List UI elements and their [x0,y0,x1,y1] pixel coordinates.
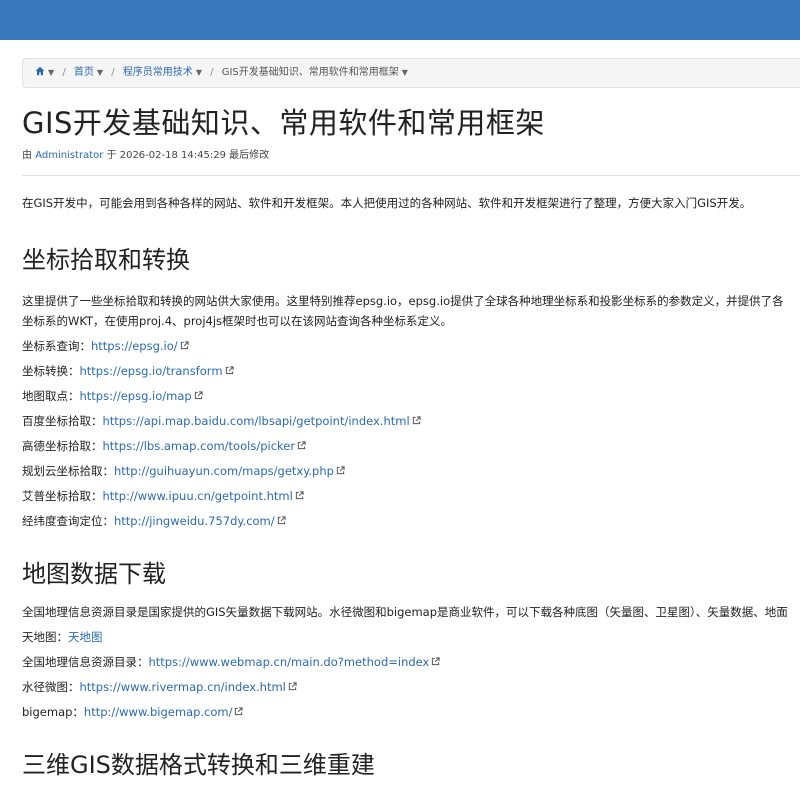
external-link-icon [297,441,306,450]
list-item: 全国地理信息资源目录：https://www.webmap.cn/main.do… [22,650,800,675]
link-label: 坐标转换： [22,364,80,378]
external-link-icon [336,466,345,475]
external-link-icon [225,366,234,375]
external-link[interactable]: http://jingweidu.757dy.com/ [114,514,275,528]
breadcrumb-separator: / [210,67,214,78]
breadcrumb-home[interactable]: ▼ [35,66,57,78]
list-item: bigemap：http://www.bigemap.com/ [22,700,800,725]
home-icon [35,66,45,76]
external-link-icon [235,707,244,716]
external-link-icon [288,682,297,691]
external-link[interactable]: http://www.bigemap.com/ [84,705,233,719]
link-list: 天地图：天地图 全国地理信息资源目录：https://www.webmap.cn… [22,625,800,725]
list-item: 艾普坐标拾取：http://www.ipuu.cn/getpoint.html [22,484,800,509]
list-item: 规划云坐标拾取：http://guihuayun.com/maps/getxy.… [22,459,800,484]
external-link[interactable]: https://epsg.io/ [91,339,178,353]
breadcrumb-separator: / [62,67,66,78]
link-label: 坐标系查询： [22,339,91,353]
article-content: 在GIS开发中，可能会用到各种各样的网站、软件和开发框架。本人把使用过的各种网站… [22,190,800,778]
link-label: 艾普坐标拾取： [22,489,103,503]
chevron-down-icon[interactable]: ▼ [48,68,54,77]
breadcrumb-item-current: GIS开发基础知识、常用软件和常用框架 [221,67,399,78]
section-paragraph: 全国地理信息资源目录是国家提供的GIS矢量数据下载网站。水径微图和bigemap… [22,605,788,619]
list-item: 经纬度查询定位：http://jingweidu.757dy.com/ [22,509,800,534]
chevron-down-icon[interactable]: ▼ [97,68,103,77]
intro-paragraph: 在GIS开发中，可能会用到各种各样的网站、软件和开发框架。本人把使用过的各种网站… [22,196,752,210]
link-list: 坐标系查询：https://epsg.io/ 坐标转换：https://epsg… [22,334,800,534]
link-label: bigemap： [22,705,84,719]
external-link-icon [432,657,440,666]
section-heading: 坐标拾取和转换 [22,246,190,274]
external-link[interactable]: https://api.map.baidu.com/lbsapi/getpoin… [103,414,410,428]
section-paragraph: 坐标系的WKT，在使用proj.4、proj4js框架时也可以在该网站查询各种坐… [22,314,453,328]
link-label: 天地图： [22,630,68,644]
link-label: 全国地理信息资源目录： [22,655,149,669]
list-item: 高德坐标拾取：https://lbs.amap.com/tools/picker [22,434,800,459]
top-navbar [0,0,800,40]
breadcrumb: ▼ / 首页 ▼ / 程序员常用技术 ▼ / GIS开发基础知识、常用软件和常用框架… [22,58,800,88]
chevron-down-icon[interactable]: ▼ [402,68,408,77]
external-link[interactable]: https://epsg.io/map [80,389,192,403]
external-link-icon [295,491,304,500]
list-item: 天地图：天地图 [22,625,800,650]
list-item: 地图取点：https://epsg.io/map [22,384,800,409]
external-link-icon [277,516,286,525]
author-link[interactable]: Administrator [35,150,103,161]
link-label: 地图取点： [22,389,80,403]
page-title: GIS开发基础知识、常用软件和常用框架 [22,106,545,140]
byline-suffix: 于 2026-02-18 14:45:29 最后修改 [106,150,270,161]
divider [22,175,800,176]
breadcrumb-item-category[interactable]: 程序员常用技术 [123,67,193,78]
list-item: 坐标系查询：https://epsg.io/ [22,334,800,359]
external-link[interactable]: http://guihuayun.com/maps/getxy.php [114,464,334,478]
external-link[interactable]: https://www.rivermap.cn/index.html [80,680,286,694]
link-label: 规划云坐标拾取： [22,464,114,478]
external-link-icon [180,341,189,350]
list-item: 水径微图：https://www.rivermap.cn/index.html [22,675,800,700]
internal-link[interactable]: 天地图 [68,630,103,644]
breadcrumb-item-home[interactable]: 首页 [74,67,94,78]
section-paragraph: 这里提供了一些坐标拾取和转换的网站供大家使用。这里特别推荐epsg.io，eps… [22,294,784,308]
link-label: 高德坐标拾取： [22,439,103,453]
external-link[interactable]: https://www.webmap.cn/main.do?method=ind… [149,655,430,669]
external-link-icon [194,391,203,400]
external-link[interactable]: https://lbs.amap.com/tools/picker [103,439,296,453]
link-label: 百度坐标拾取： [22,414,103,428]
link-label: 水径微图： [22,680,80,694]
link-label: 经纬度查询定位： [22,514,114,528]
breadcrumb-separator: / [111,67,115,78]
chevron-down-icon[interactable]: ▼ [196,68,202,77]
section-heading: 三维GIS数据格式转换和三维重建 [22,751,375,779]
byline: 由 Administrator 于 2026-02-18 14:45:29 最后… [22,146,269,161]
list-item: 百度坐标拾取：https://api.map.baidu.com/lbsapi/… [22,409,800,434]
byline-prefix: 由 [22,150,32,161]
external-link[interactable]: https://epsg.io/transform [80,364,223,378]
section-heading: 地图数据下载 [22,560,166,588]
list-item: 坐标转换：https://epsg.io/transform [22,359,800,384]
external-link[interactable]: http://www.ipuu.cn/getpoint.html [103,489,293,503]
external-link-icon [412,416,421,425]
